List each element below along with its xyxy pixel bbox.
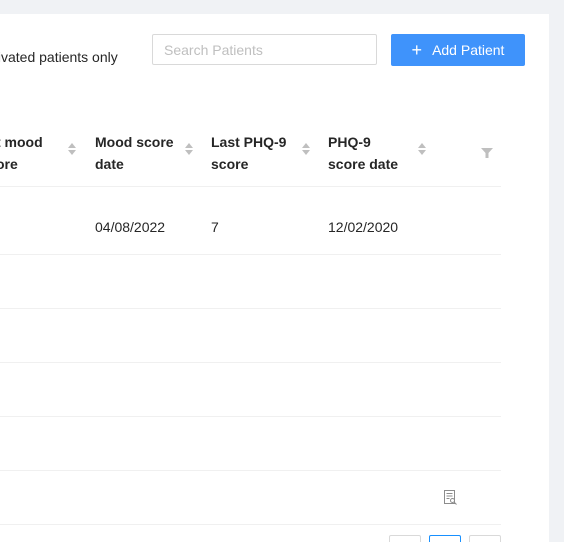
pagination-next-button[interactable] (469, 535, 501, 542)
header-text: Mood score (95, 134, 174, 150)
mood-score-date-cell: 04/08/2022 (95, 219, 166, 235)
activated-patients-only-label[interactable]: tivated patients only (0, 49, 118, 65)
plus-icon: + (411, 40, 423, 60)
last-phq9-score-cell: 7 (211, 219, 219, 235)
header-text: Last PHQ-9 (211, 134, 287, 150)
header-text: date (95, 156, 124, 172)
table-row[interactable] (0, 471, 501, 525)
sort-icon[interactable] (302, 143, 311, 157)
column-last-phq9-score[interactable]: Last PHQ-9 score (211, 131, 286, 175)
table-header: t mood ore Mood score date Last PHQ-9 sc… (0, 119, 501, 187)
add-patient-button[interactable]: + Add Patient (391, 34, 525, 66)
report-icon[interactable] (444, 490, 457, 505)
column-phq9-score-date[interactable]: PHQ-9 score date (328, 131, 398, 175)
filter-icon[interactable] (481, 148, 493, 158)
sort-icon[interactable] (418, 143, 427, 157)
header-text: score date (328, 156, 399, 172)
header-text: PHQ-9 (328, 134, 371, 150)
header-text: t mood (0, 134, 43, 150)
column-last-mood-score[interactable]: t mood ore (0, 131, 43, 175)
table-row[interactable] (0, 309, 501, 363)
add-patient-label: Add Patient (432, 42, 505, 58)
pagination-page-button[interactable] (429, 535, 461, 542)
table-row[interactable] (0, 417, 501, 471)
table-row[interactable]: 04/08/2022 7 12/02/2020 (0, 201, 501, 255)
pagination-prev-button[interactable] (389, 535, 421, 542)
search-patients-input[interactable] (152, 34, 377, 65)
header-text: ore (0, 156, 18, 172)
header-text: score (211, 156, 249, 172)
column-mood-score-date[interactable]: Mood score date (95, 131, 174, 175)
phq9-score-date-cell: 12/02/2020 (328, 219, 399, 235)
sort-icon[interactable] (68, 143, 77, 157)
table-row[interactable] (0, 363, 501, 417)
table-row[interactable] (0, 255, 501, 309)
patients-panel: tivated patients only + Add Patient t mo… (0, 14, 549, 542)
sort-icon[interactable] (185, 143, 194, 157)
